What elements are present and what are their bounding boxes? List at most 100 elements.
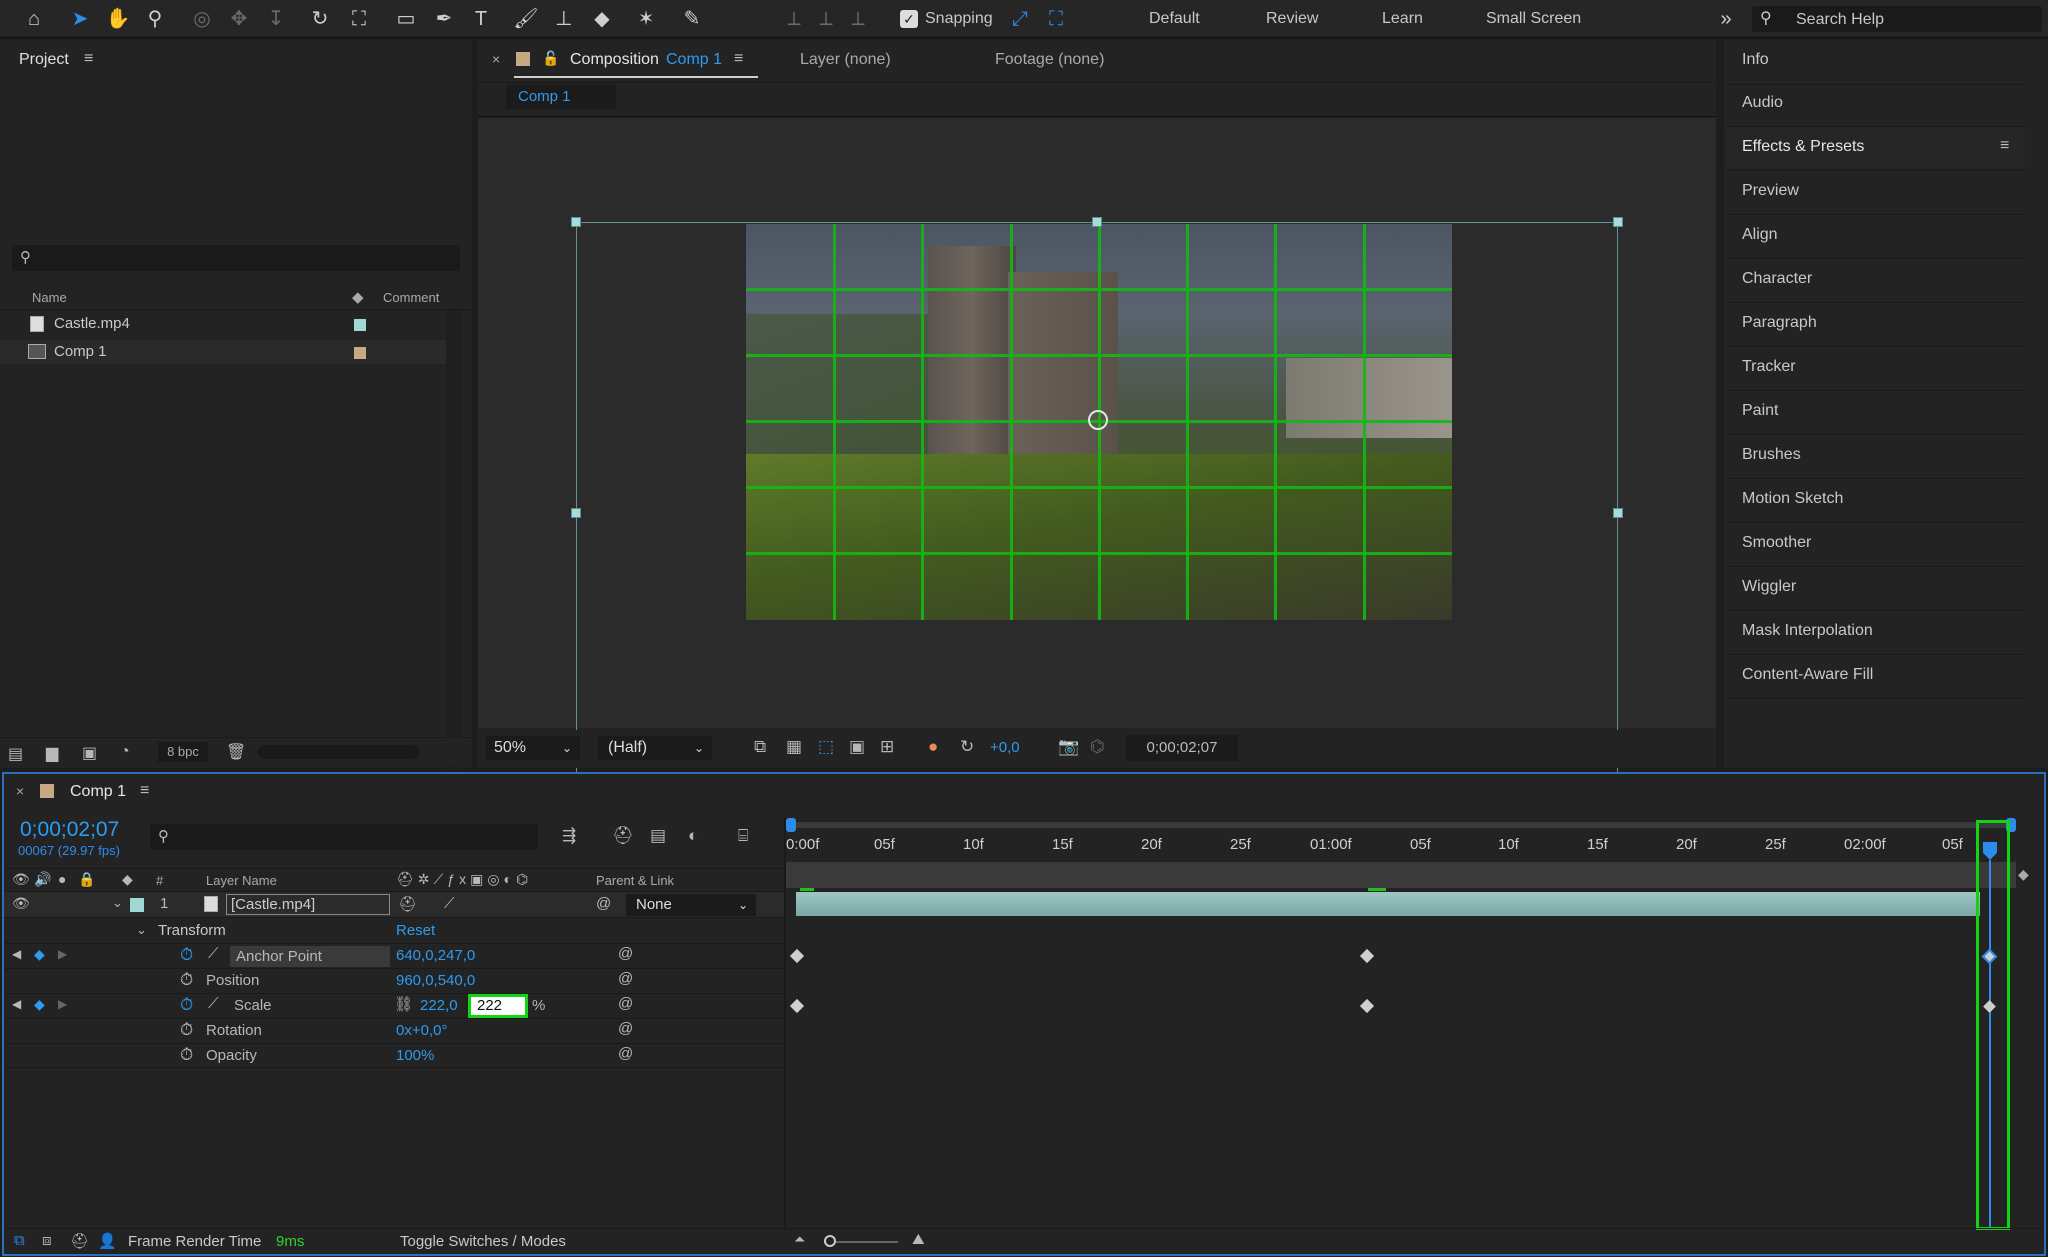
transform-handle[interactable]: [1092, 217, 1102, 227]
pen-tool-icon[interactable]: ✒: [430, 5, 458, 33]
zoom-out-icon[interactable]: ⏶: [794, 1231, 805, 1248]
workspace-default[interactable]: Default: [1149, 10, 1200, 28]
comment-column-header[interactable]: Comment: [383, 290, 439, 305]
next-keyframe-icon[interactable]: ▶: [58, 947, 67, 961]
property-row-anchor-point[interactable]: ◀ ◆ ▶ ⏱ ⟋ Anchor Point 640,0,247,0 @: [4, 943, 784, 968]
close-tab-icon[interactable]: ×: [16, 783, 24, 799]
content-aware-fill-panel-tab[interactable]: Content-Aware Fill: [1742, 666, 1873, 684]
shy-layers-icon[interactable]: ⛑: [612, 826, 634, 846]
audio-speaker-icon[interactable]: 🔊: [34, 871, 51, 888]
property-row-scale[interactable]: ◀ ◆ ▶ ⏱ ⟋ Scale ⛓ 222,0 222 % @: [4, 993, 784, 1018]
graph-editor-icon[interactable]: ⌸: [738, 826, 748, 846]
scale-y-input[interactable]: 222: [468, 994, 528, 1018]
time-ruler[interactable]: [786, 862, 2016, 888]
composition-menu-icon[interactable]: ≡: [734, 50, 743, 68]
home-icon[interactable]: ⌂: [20, 5, 48, 33]
expand-arrow-icon[interactable]: ⌄: [112, 895, 123, 911]
region-of-interest-icon[interactable]: ▣: [849, 737, 865, 757]
clone-stamp-tool-icon[interactable]: ⊥: [550, 5, 578, 33]
video-eye-icon[interactable]: 👁: [12, 895, 30, 912]
brush-tool-icon[interactable]: 🖌: [512, 5, 540, 33]
project-search-input[interactable]: ⚲: [12, 245, 460, 271]
parent-dropdown[interactable]: None ⌄: [626, 894, 756, 916]
dolly-tool-icon[interactable]: ↧: [262, 5, 290, 33]
property-row-position[interactable]: ⏱ Position 960,0,540,0 @: [4, 968, 784, 993]
effects-presets-panel-tab[interactable]: Effects & Presets: [1742, 138, 1864, 156]
render-time-icon[interactable]: 👤: [98, 1232, 117, 1250]
timeline-menu-icon[interactable]: ≡: [140, 782, 149, 800]
orbit-tool-icon[interactable]: ◎: [188, 5, 216, 33]
transform-handle[interactable]: [1613, 217, 1623, 227]
eraser-tool-icon[interactable]: ◆: [588, 5, 616, 33]
info-panel-tab[interactable]: Info: [1742, 51, 1769, 69]
search-help-box[interactable]: ⚲ Search Help: [1752, 6, 2042, 32]
effects-menu-icon[interactable]: ≡: [2000, 137, 2009, 155]
mask-visibility-icon[interactable]: ⬚: [818, 737, 834, 757]
list-item[interactable]: Castle.mp4 ⊞: [0, 312, 461, 336]
tracker-panel-tab[interactable]: Tracker: [1742, 358, 1796, 376]
castle-footage-image[interactable]: [746, 224, 1452, 620]
layer-duration-bar[interactable]: [796, 892, 1980, 916]
prev-keyframe-icon[interactable]: ◀: [12, 997, 21, 1011]
smoother-panel-tab[interactable]: Smoother: [1742, 534, 1811, 552]
timeline-current-time[interactable]: 0;00;02;07: [20, 818, 119, 842]
stopwatch-icon[interactable]: ⏱: [180, 945, 193, 965]
current-time-display[interactable]: 0;00;02;07: [1126, 735, 1238, 761]
list-item[interactable]: Comp 1: [0, 340, 446, 364]
axis-view-icon[interactable]: ⟂: [844, 5, 872, 33]
bit-depth-button[interactable]: 8 bpc: [158, 742, 208, 762]
expand-arrow-icon[interactable]: ⌄: [136, 922, 147, 938]
video-eye-icon[interactable]: 👁: [12, 871, 30, 888]
comp-marker-bin-icon[interactable]: ◆: [2018, 866, 2029, 883]
motion-blur-icon[interactable]: ◐: [688, 826, 698, 846]
stopwatch-icon[interactable]: ⏱: [180, 1020, 193, 1040]
close-tab-icon[interactable]: ×: [492, 51, 500, 67]
new-folder-icon[interactable]: ▆: [46, 743, 58, 763]
add-keyframe-icon[interactable]: ◆: [34, 946, 45, 963]
label-color-swatch[interactable]: [354, 319, 366, 331]
expression-pickwhip-icon[interactable]: @: [618, 995, 633, 1012]
comp-breadcrumb[interactable]: Comp 1: [506, 85, 616, 109]
paint-panel-tab[interactable]: Paint: [1742, 402, 1778, 420]
project-thumbnail-slider[interactable]: [258, 745, 420, 759]
footage-tab[interactable]: Footage (none): [995, 51, 1104, 69]
snap-edges-icon[interactable]: ⤢: [1006, 5, 1034, 33]
mask-interpolation-panel-tab[interactable]: Mask Interpolation: [1742, 622, 1873, 640]
stopwatch-icon[interactable]: ⏱: [180, 970, 193, 990]
name-column-header[interactable]: Name: [32, 290, 67, 305]
in-out-icon[interactable]: ⛑: [70, 1232, 89, 1250]
align-panel-tab[interactable]: Align: [1742, 226, 1778, 244]
transform-handle[interactable]: [571, 508, 581, 518]
graph-icon[interactable]: ⟋: [208, 995, 219, 1012]
layer-name-field[interactable]: [Castle.mp4]: [226, 894, 390, 915]
type-tool-icon[interactable]: T: [467, 5, 495, 33]
composition-viewport[interactable]: [478, 118, 1716, 772]
timeline-comp-tab[interactable]: Comp 1: [70, 783, 126, 801]
transfer-controls-icon[interactable]: ⧈: [42, 1232, 52, 1249]
timeline-search-input[interactable]: ⚲: [150, 824, 538, 850]
reset-exposure-icon[interactable]: ↻: [960, 737, 974, 757]
layer-name-column-header[interactable]: Layer Name: [206, 873, 277, 888]
layer-label-swatch[interactable]: [130, 898, 144, 912]
character-panel-tab[interactable]: Character: [1742, 270, 1812, 288]
rectangle-tool-icon[interactable]: ▭: [392, 5, 420, 33]
rotation-value[interactable]: 0x+0,0°: [396, 1022, 447, 1039]
anchor-point-value[interactable]: 640,0,247,0: [396, 947, 475, 964]
interpret-footage-icon[interactable]: ▤: [8, 744, 23, 764]
pan-behind-tool-icon[interactable]: ⛶: [345, 5, 373, 33]
solo-icon[interactable]: ●: [58, 871, 66, 887]
frame-blending-icon[interactable]: ▤: [650, 826, 666, 846]
position-value[interactable]: 960,0,540,0: [396, 972, 475, 989]
project-scrollbar[interactable]: [446, 310, 462, 770]
selection-tool-icon[interactable]: ➤: [66, 5, 94, 33]
property-row-rotation[interactable]: ⏱ Rotation 0x+0,0° @: [4, 1018, 784, 1043]
workspace-small-screen[interactable]: Small Screen: [1486, 10, 1581, 28]
lock-icon[interactable]: 🔓: [542, 50, 559, 67]
rotate-tool-icon[interactable]: ↻: [306, 5, 334, 33]
lock-icon[interactable]: 🔒: [78, 871, 95, 888]
anchor-point-icon[interactable]: [1088, 410, 1108, 430]
project-menu-icon[interactable]: ≡: [84, 50, 93, 68]
work-area-bar[interactable]: [786, 818, 2016, 832]
add-keyframe-icon[interactable]: ◆: [34, 996, 45, 1013]
quality-switch-icon[interactable]: ⟋: [444, 895, 455, 912]
